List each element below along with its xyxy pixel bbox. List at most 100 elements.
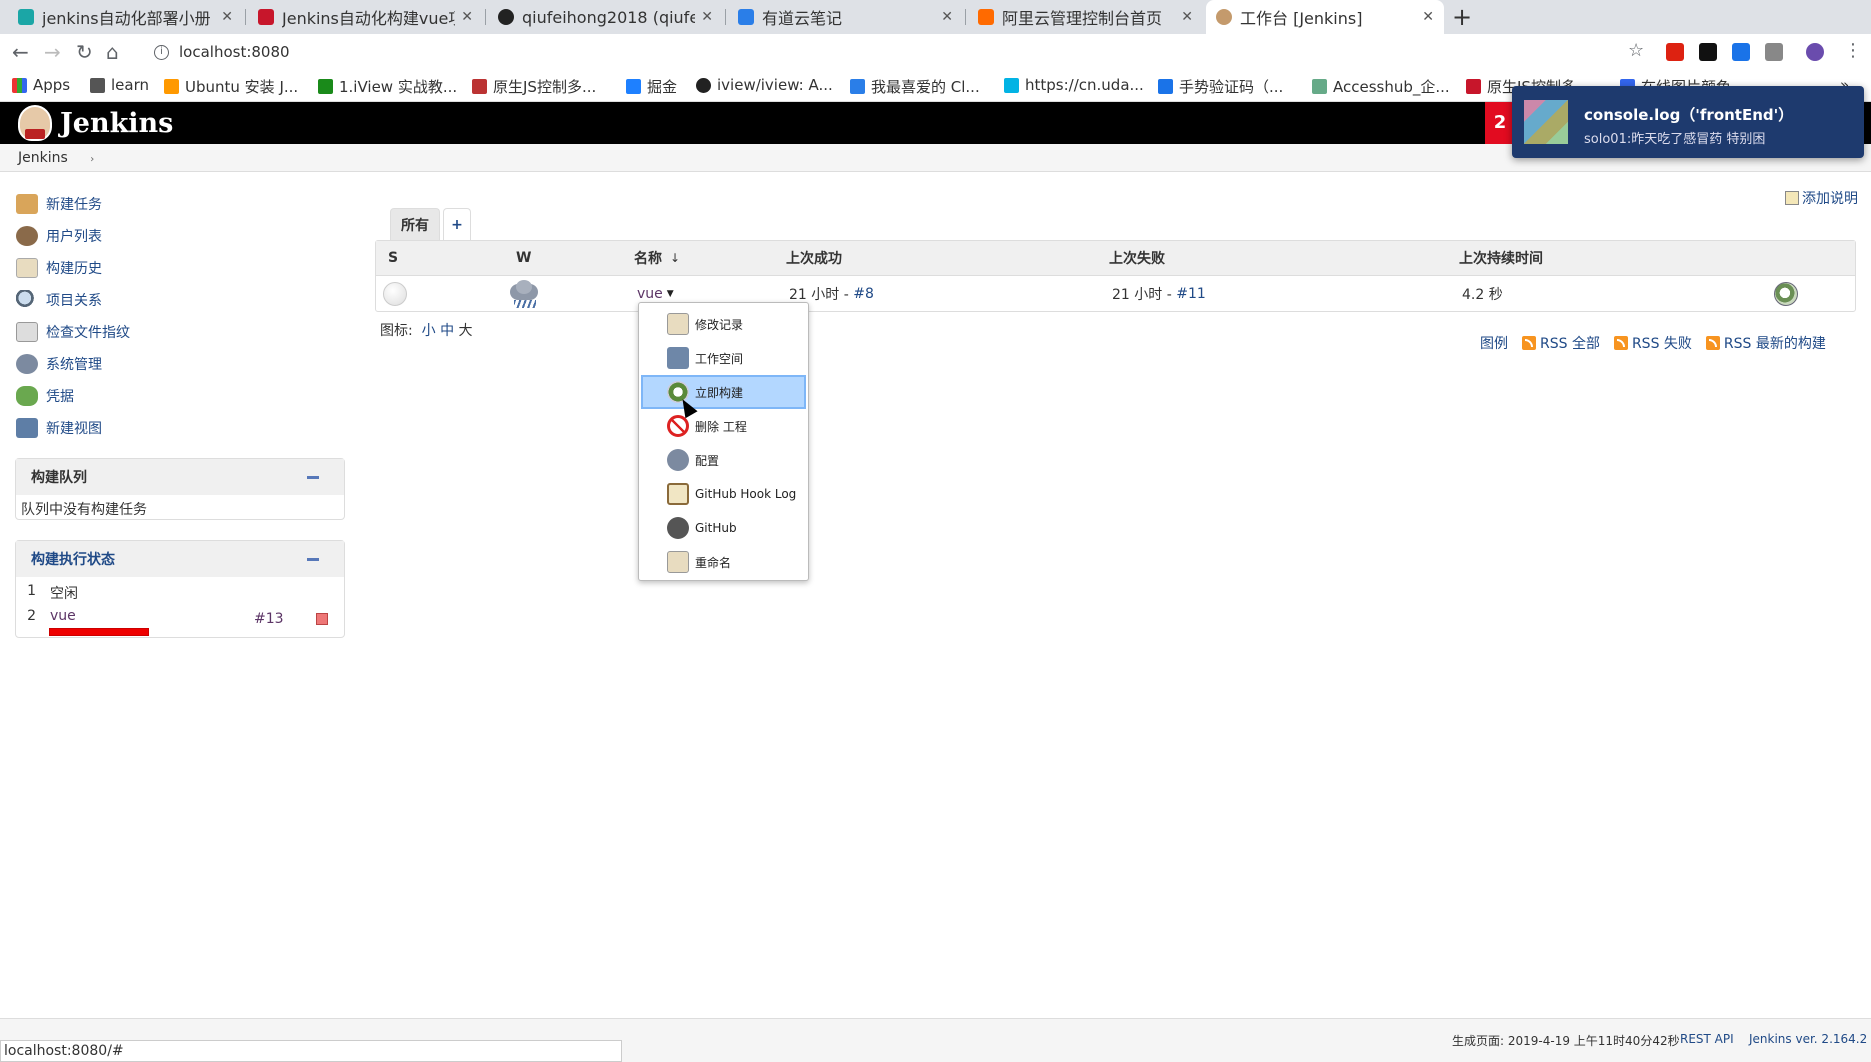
profile-avatar-icon[interactable] bbox=[1806, 43, 1824, 61]
bookmark-item[interactable]: iview/iview: A... bbox=[696, 76, 833, 94]
header-status[interactable]: S bbox=[388, 241, 398, 275]
last-success-build-link[interactable]: #8 bbox=[853, 286, 874, 302]
menu-item-changes[interactable]: 修改记录 bbox=[641, 307, 806, 341]
last-failure-build-link[interactable]: #11 bbox=[1176, 286, 1206, 302]
bookmark-item[interactable]: 掘金 bbox=[626, 76, 677, 97]
menu-item-delete[interactable]: 删除 工程 bbox=[641, 409, 806, 443]
close-tab-icon[interactable]: ✕ bbox=[221, 9, 233, 25]
executor-build-link[interactable]: #13 bbox=[254, 611, 284, 627]
header-name[interactable]: 名称 ↓ bbox=[634, 241, 680, 275]
menu-item-build-now[interactable]: 立即构建 bbox=[641, 375, 806, 409]
header-last-failure[interactable]: 上次失败 bbox=[1109, 241, 1165, 275]
job-context-menu: 修改记录 工作空间 立即构建 删除 工程 配置 GitHub Hook Log … bbox=[638, 302, 809, 581]
bookmark-item[interactable]: 我最喜爱的 Cl... bbox=[850, 76, 980, 97]
rest-api-link[interactable]: REST API bbox=[1680, 1032, 1734, 1046]
icon-size-small[interactable]: 小 bbox=[422, 323, 436, 339]
bookmark-item[interactable]: Apps bbox=[12, 76, 70, 94]
executor-job-link[interactable]: vue bbox=[50, 608, 76, 624]
menu-item-github[interactable]: GitHub bbox=[641, 511, 806, 545]
header-last-success[interactable]: 上次成功 bbox=[786, 241, 842, 275]
task-project-relationship[interactable]: 项目关系 bbox=[16, 284, 346, 316]
browser-tab[interactable]: qiufeihong2018 (qiufeih ✕ bbox=[488, 0, 723, 34]
jenkins-version-link[interactable]: Jenkins ver. 2.164.2 bbox=[1749, 1032, 1867, 1046]
rss-latest-link[interactable]: RSS 最新的构建 bbox=[1705, 333, 1826, 353]
rss-failed-link[interactable]: RSS 失败 bbox=[1613, 333, 1692, 353]
add-description-link[interactable]: 添加说明 bbox=[1785, 188, 1858, 208]
bookmark-item[interactable]: 原生JS控制多... bbox=[472, 76, 596, 97]
browser-tab[interactable]: jenkins自动化部署小册 | ✕ bbox=[8, 0, 243, 34]
task-new-view[interactable]: 新建视图 bbox=[16, 412, 346, 444]
browser-tab-active[interactable]: 工作台 [Jenkins] ✕ bbox=[1206, 0, 1444, 34]
desktop-notification[interactable]: console.log（'frontEnd'） solo01:昨天吃了感冒药 特… bbox=[1512, 86, 1864, 158]
tab-all[interactable]: 所有 bbox=[390, 208, 440, 240]
executors-title[interactable]: 构建执行状态 bbox=[31, 549, 115, 569]
tab-add-view[interactable]: + bbox=[443, 208, 471, 240]
notepad-icon bbox=[16, 258, 38, 278]
back-arrow-icon[interactable]: ← bbox=[12, 40, 29, 64]
bookmark-star-icon[interactable]: ☆ bbox=[1628, 40, 1644, 61]
browser-tab[interactable]: 有道云笔记 ✕ bbox=[728, 0, 963, 34]
new-tab-button[interactable]: + bbox=[1452, 3, 1472, 31]
task-credentials[interactable]: 凭据 bbox=[16, 380, 346, 412]
bookmark-favicon-icon bbox=[164, 79, 179, 94]
collapse-minus-icon[interactable] bbox=[307, 475, 319, 479]
bookmark-item[interactable]: 手势验证码（... bbox=[1158, 76, 1283, 97]
breadcrumb-jenkins[interactable]: Jenkins bbox=[18, 150, 68, 166]
browser-tab[interactable]: Jenkins自动化构建vue项 ✕ bbox=[248, 0, 483, 34]
menu-item-configure[interactable]: 配置 bbox=[641, 443, 806, 477]
close-tab-icon[interactable]: ✕ bbox=[461, 9, 473, 25]
extension-icon[interactable] bbox=[1732, 43, 1750, 61]
task-new-item[interactable]: 新建任务 bbox=[16, 188, 346, 220]
home-icon[interactable]: ⌂ bbox=[106, 40, 119, 64]
bookmark-item[interactable]: Ubuntu 安装 J... bbox=[164, 76, 298, 97]
jenkins-logo[interactable]: Jenkins bbox=[18, 105, 173, 141]
rss-all-link[interactable]: RSS 全部 bbox=[1522, 333, 1600, 353]
extension-icon[interactable] bbox=[1699, 43, 1717, 61]
icon-size-medium[interactable]: 中 bbox=[440, 323, 454, 339]
extension-icon[interactable] bbox=[1765, 43, 1783, 61]
browser-tab[interactable]: 阿里云管理控制台首页 ✕ bbox=[968, 0, 1203, 34]
executor-number: 1 bbox=[27, 583, 36, 599]
extension-icon[interactable] bbox=[1666, 43, 1684, 61]
bookmark-item[interactable]: 1.iView 实战教... bbox=[318, 76, 457, 97]
close-tab-icon[interactable]: ✕ bbox=[701, 9, 713, 25]
menu-item-rename[interactable]: 重命名 bbox=[641, 545, 806, 579]
browser-menu-icon[interactable]: ⋮ bbox=[1844, 40, 1862, 61]
tab-title: 有道云笔记 bbox=[762, 9, 843, 28]
stop-build-icon[interactable] bbox=[316, 613, 328, 625]
monitor-badge[interactable]: 2 bbox=[1485, 102, 1515, 144]
notification-body: solo01:昨天吃了感冒药 特别困 bbox=[1584, 132, 1766, 147]
build-queue-pane: 构建队列 队列中没有构建任务 bbox=[15, 458, 345, 520]
fingerprint-icon bbox=[16, 322, 38, 342]
header-weather[interactable]: W bbox=[516, 241, 531, 275]
site-info-icon[interactable]: i bbox=[154, 44, 169, 60]
build-progress-bar[interactable] bbox=[49, 628, 149, 636]
close-tab-icon[interactable]: ✕ bbox=[1181, 9, 1193, 25]
close-tab-icon[interactable]: ✕ bbox=[1422, 9, 1434, 25]
reload-icon[interactable]: ↻ bbox=[76, 40, 93, 64]
menu-item-github-hook-log[interactable]: GitHub Hook Log bbox=[641, 477, 806, 511]
job-link[interactable]: vue bbox=[637, 286, 663, 302]
header-last-duration[interactable]: 上次持续时间 bbox=[1459, 241, 1543, 275]
address-bar[interactable]: i localhost:8080 bbox=[140, 37, 1660, 67]
task-people[interactable]: 用户列表 bbox=[16, 220, 346, 252]
bookmark-item[interactable]: learn bbox=[90, 76, 149, 94]
bookmark-item[interactable]: https://cn.uda... bbox=[1004, 76, 1144, 94]
tab-title: qiufeihong2018 (qiufeih bbox=[522, 7, 696, 27]
collapse-minus-icon[interactable] bbox=[307, 557, 319, 561]
legend-link[interactable]: 图例 bbox=[1480, 333, 1508, 353]
executor-row: 2 vue #13 bbox=[16, 608, 344, 636]
breadcrumb-arrow-icon[interactable]: › bbox=[90, 154, 94, 165]
icon-size-selector: 图标: 小 中 大 bbox=[380, 320, 473, 340]
task-build-history[interactable]: 构建历史 bbox=[16, 252, 346, 284]
menu-item-workspace[interactable]: 工作空间 bbox=[641, 341, 806, 375]
forward-arrow-icon[interactable]: → bbox=[44, 40, 61, 64]
bookmark-item[interactable]: Accesshub_企... bbox=[1312, 76, 1450, 97]
edit-note-icon bbox=[1785, 191, 1799, 205]
task-fingerprint[interactable]: 检查文件指纹 bbox=[16, 316, 346, 348]
github-favicon-icon bbox=[498, 9, 514, 25]
job-dropdown-arrow-icon[interactable]: ▼ bbox=[667, 289, 674, 299]
schedule-build-icon[interactable] bbox=[1774, 281, 1798, 306]
task-manage-jenkins[interactable]: 系统管理 bbox=[16, 348, 346, 380]
close-tab-icon[interactable]: ✕ bbox=[941, 9, 953, 25]
